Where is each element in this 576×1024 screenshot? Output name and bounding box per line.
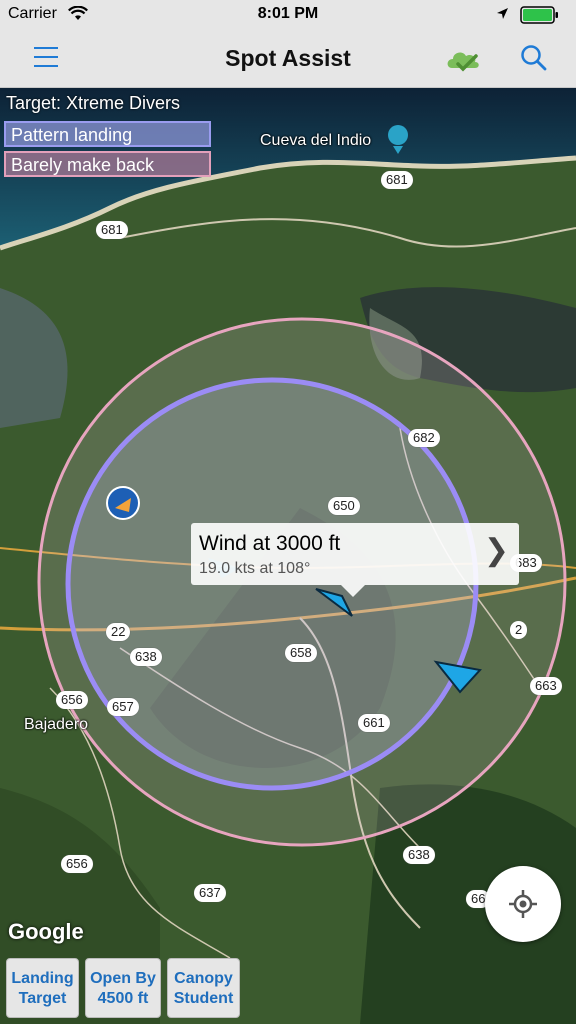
canopy-button[interactable]: Canopy Student [167,958,240,1018]
wind-callout-detail: 19.0 kts at 108° [199,560,311,577]
clock: 8:01 PM [257,5,319,22]
place-label: Cueva del Indio [260,132,372,149]
google-logo: Google [8,919,84,944]
page-title: Spot Assist [225,45,351,71]
road-shield: 656 [61,855,93,873]
road-shield: 656 [56,691,88,709]
road-shield: 638 [130,648,162,666]
cloud-sync-icon[interactable] [444,44,482,79]
road-shield: 22 [106,623,131,641]
legend-barely-make-back: Barely make back [4,151,211,177]
landing-target-button[interactable]: Landing Target [6,958,79,1018]
button-label: Student [173,990,234,1007]
app-screen: Carrier 8:01 PM Spot Assist Cueva del In… [0,0,576,1024]
status-bar: Carrier 8:01 PM [0,0,576,30]
road-shield: 2 [510,621,528,639]
chevron-right-icon[interactable]: ❯ [484,533,509,568]
place-label: Bajadero [24,716,89,733]
open-by-button[interactable]: Open By 4500 ft [85,958,161,1018]
button-label: Open By [90,970,156,987]
airport-marker-icon[interactable] [106,486,140,520]
crosshair-icon [509,890,537,918]
road-shield: 661 [358,714,390,732]
road-shield: 682 [408,429,440,447]
road-shield: 681 [381,171,413,189]
button-label: Landing [11,970,74,987]
button-label: 4500 ft [97,990,149,1007]
road-shield: 658 [285,644,317,662]
road-shield: 638 [403,846,435,864]
road-shield: 681 [96,221,128,239]
target-label: Target: Xtreme Divers [6,93,181,113]
legend-pattern-landing: Pattern landing [4,121,211,147]
callout-pointer [341,585,365,597]
wind-callout-title: Wind at 3000 ft [199,532,341,555]
road-shield: 637 [194,884,226,902]
battery-icon [520,6,560,29]
wind-callout[interactable]: Wind at 3000 ft 19.0 kts at 108° ❯ [191,523,519,597]
road-shield: 657 [107,698,139,716]
button-label: Canopy [174,970,233,987]
location-arrow-icon [496,7,509,25]
navigation-bar: Spot Assist [0,30,576,88]
road-shield: 650 [328,497,360,515]
locate-me-button[interactable] [485,866,561,942]
search-icon[interactable] [520,44,548,77]
button-label: Target [18,990,67,1007]
road-shield: 663 [530,677,562,695]
